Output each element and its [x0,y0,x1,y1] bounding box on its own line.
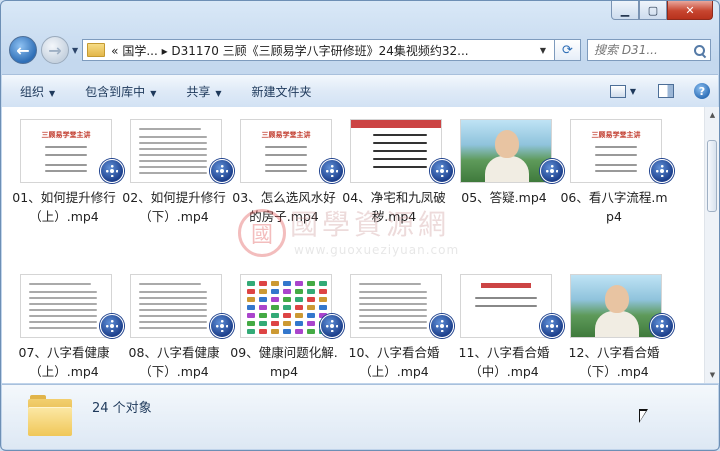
file-item[interactable]: 04、净宅和九凤破秽.mp4 [338,107,454,245]
new-folder-button[interactable]: 新建文件夹 [252,83,312,100]
file-name: 07、八字看健康（上）.mp4 [18,345,110,379]
scrollbar-thumb[interactable] [707,140,717,212]
video-thumbnail [350,119,442,183]
slide-title: 三顾易学堂主讲 [41,131,91,139]
file-item[interactable]: 05、答疑.mp4 [448,107,564,245]
video-thumbnail [460,119,552,183]
back-arrow-icon[interactable]: ← [9,36,37,64]
file-name: 04、净宅和九凤破秽.mp4 [342,190,446,224]
help-icon[interactable]: ? [694,83,710,99]
details-pane: 24 个对象 [2,384,718,449]
chevron-down-icon: ▼ [150,88,157,98]
file-grid: 三顾易学堂主讲 01、如何提升修行（上）.mp4 02、如何提升修行（下）.mp4 三… [2,107,704,383]
refresh-icon[interactable]: ⟳ [555,39,581,61]
file-item[interactable]: 三顾易学堂主讲 06、看八字流程.mp4 [558,107,674,245]
scroll-up-icon[interactable]: ▲ [705,107,719,123]
include-in-library-label: 包含到库中 [85,84,146,99]
address-bar[interactable]: « 国学... ▸ D31170 三顾《三顾易学八字研修班》24集视频约32..… [82,39,555,61]
file-name: 05、答疑.mp4 [461,190,547,205]
address-dropdown-icon[interactable]: ▼ [536,46,550,55]
file-item[interactable]: 08、八字看健康（下）.mp4 [118,262,234,383]
organize-menu[interactable]: 组织 ▼ [20,83,55,100]
address-path[interactable]: « 国学... ▸ D31170 三顾《三顾易学八字研修班》24集视频约32..… [111,42,536,59]
file-name: 03、怎么选风水好的房子.mp4 [232,190,336,224]
slide-title: 三顾易学堂主讲 [261,131,311,139]
file-name: 09、健康问题化解.mp4 [230,345,338,379]
maximize-button[interactable]: ▢ [639,1,667,20]
file-name: 01、如何提升修行（上）.mp4 [12,190,116,224]
media-player-icon [650,159,674,183]
command-bar: 组织 ▼ 包含到库中 ▼ 共享 ▼ 新建文件夹 ▼ ? [2,74,718,108]
preview-pane-icon[interactable] [658,84,674,98]
video-thumbnail: 三顾易学堂主讲 [20,119,112,183]
close-button[interactable]: ✕ [667,1,713,20]
video-thumbnail [130,119,222,183]
video-thumbnail [460,274,552,338]
chevron-down-icon: ▼ [215,88,222,98]
change-view-icon[interactable] [609,84,626,98]
file-list-pane[interactable]: 三顾易学堂主讲 01、如何提升修行（上）.mp4 02、如何提升修行（下）.mp4 三… [2,107,704,383]
chevron-down-icon: ▼ [49,88,56,98]
caption-buttons: ▁ ▢ ✕ [611,1,713,20]
vertical-scrollbar[interactable]: ▲ ▼ [704,107,719,383]
view-controls: ▼ ? [609,83,710,99]
file-name: 10、八字看合婚（上）.mp4 [348,345,440,379]
video-thumbnail [130,274,222,338]
video-thumbnail [350,274,442,338]
file-item[interactable]: 11、八字看合婚（中）.mp4 [448,262,564,383]
view-dropdown-icon[interactable]: ▼ [630,87,636,96]
share-menu[interactable]: 共享 ▼ [186,83,221,100]
file-item[interactable]: 三顾易学堂主讲 03、怎么选风水好的房子.mp4 [228,107,344,245]
minimize-button[interactable]: ▁ [611,1,639,20]
file-item[interactable]: 10、八字看合婚（上）.mp4 [338,262,454,383]
search-box[interactable] [587,39,711,61]
share-label: 共享 [186,84,211,99]
file-name: 12、八字看合婚（下）.mp4 [568,345,660,379]
slide-title: 三顾易学堂主讲 [591,131,641,139]
forward-arrow-icon[interactable]: → [41,36,69,64]
video-thumbnail [570,274,662,338]
video-thumbnail [240,274,332,338]
item-count: 24 个对象 [92,401,152,416]
video-thumbnail [20,274,112,338]
video-thumbnail: 三顾易学堂主讲 [570,119,662,183]
file-name: 08、八字看健康（下）.mp4 [128,345,220,379]
file-item[interactable]: 12、八字看合婚（下）.mp4 [558,262,674,383]
media-player-icon [650,314,674,338]
file-item[interactable]: 09、健康问题化解.mp4 [228,262,344,383]
organize-label: 组织 [20,84,45,99]
file-name: 06、看八字流程.mp4 [560,190,668,224]
navigation-bar: ← → ▼ « 国学... ▸ D31170 三顾《三顾易学八字研修班》24集视… [9,33,711,67]
file-item[interactable]: 三顾易学堂主讲 01、如何提升修行（上）.mp4 [8,107,124,245]
video-thumbnail: 三顾易学堂主讲 [240,119,332,183]
file-name: 11、八字看合婚（中）.mp4 [458,345,550,379]
search-icon[interactable] [694,44,705,56]
search-input[interactable] [594,43,686,57]
file-item[interactable]: 07、八字看健康（上）.mp4 [8,262,124,383]
file-name: 02、如何提升修行（下）.mp4 [122,190,226,224]
explorer-window: ▁ ▢ ✕ ← → ▼ « 国学... ▸ D31170 三顾《三顾易学八字研修… [0,0,720,451]
scroll-down-icon[interactable]: ▼ [705,367,719,383]
folder-icon [28,395,72,436]
file-item[interactable]: 02、如何提升修行（下）.mp4 [118,107,234,245]
history-dropdown-icon[interactable]: ▼ [72,46,78,55]
include-in-library-menu[interactable]: 包含到库中 ▼ [85,83,156,100]
folder-icon [87,43,106,57]
